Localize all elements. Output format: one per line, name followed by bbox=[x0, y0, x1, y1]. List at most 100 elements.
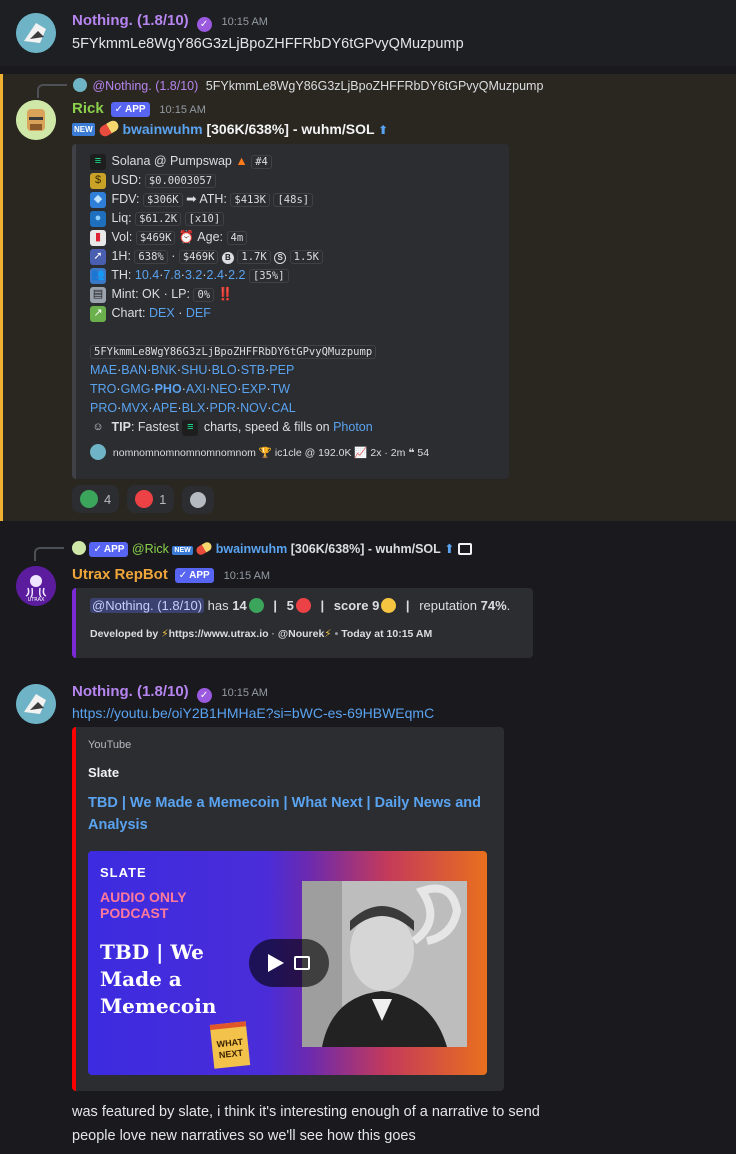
platform-link[interactable]: SHU bbox=[181, 363, 207, 377]
platform-link[interactable]: APE bbox=[153, 401, 178, 415]
add-reaction-button[interactable] bbox=[182, 486, 215, 514]
def-link[interactable]: DEF bbox=[186, 306, 211, 320]
th-link[interactable]: 3.2 bbox=[185, 268, 202, 282]
platform-link[interactable]: BLX bbox=[182, 401, 206, 415]
th-link[interactable]: 10.4 bbox=[135, 268, 159, 282]
platform-link[interactable]: NEO bbox=[210, 382, 237, 396]
token-link[interactable]: bwainwuhm bbox=[122, 121, 202, 137]
pill-icon bbox=[195, 540, 214, 557]
age-value: 4m bbox=[226, 231, 248, 245]
reply-username[interactable]: @Nothing. (1.8/10) bbox=[92, 79, 198, 93]
embed-1h-row: ➚ 1H: 638% · $469K B 1.7K S 1.5K bbox=[90, 247, 500, 266]
platform-link[interactable]: NOV bbox=[240, 401, 267, 415]
reaction-green[interactable]: 4 bbox=[72, 485, 120, 513]
message-text: 5FYkmmLe8WgY86G3zLjBpoZHFFRbDY6tGPvyQMuz… bbox=[72, 36, 464, 52]
token-summary: [306K/638%] - wuhm/SOL bbox=[206, 121, 375, 137]
utrax-avatar[interactable]: UTRAX bbox=[16, 566, 56, 606]
platform-link[interactable]: TRO bbox=[90, 382, 116, 396]
mention[interactable]: @Nothing. (1.8/10) bbox=[90, 598, 205, 613]
user-avatar[interactable] bbox=[16, 684, 56, 724]
contract-address[interactable]: 5FYkmmLe8WgY86G3zLjBpoZHFFRbDY6tGPvyQMuz… bbox=[90, 345, 377, 359]
photon-link[interactable]: Photon bbox=[333, 420, 373, 434]
footer-count: 54 bbox=[417, 447, 430, 459]
reply-username[interactable]: @Rick bbox=[132, 542, 169, 556]
vol-label: Vol: bbox=[111, 230, 133, 244]
embed-author[interactable]: Slate bbox=[88, 765, 119, 780]
timestamp: 10:15 AM bbox=[159, 104, 206, 116]
timestamp: 10:15 AM bbox=[221, 16, 268, 28]
reply-preview[interactable]: ✓ APP @Rick NEW bwainwuhm [306K/638%] - … bbox=[72, 540, 473, 558]
platform-link[interactable]: BNK bbox=[151, 363, 177, 377]
reply-text: [306K/638%] - wuhm/SOL bbox=[290, 542, 441, 556]
platform-link[interactable]: BAN bbox=[121, 363, 147, 377]
mint-text: Mint: OK · LP: bbox=[111, 287, 190, 301]
platform-link[interactable]: STB bbox=[241, 363, 265, 377]
username[interactable]: Rick bbox=[72, 100, 104, 117]
th-link[interactable]: 2.2 bbox=[228, 268, 245, 282]
link-row-1: MAE·BAN·BNK·SHU·BLO·STB·PEP bbox=[90, 363, 295, 377]
ath-label: ATH: bbox=[199, 192, 227, 206]
th-total: [35%] bbox=[248, 269, 289, 283]
reaction-red[interactable]: 1 bbox=[127, 485, 175, 513]
platform-link[interactable]: MVX bbox=[121, 401, 148, 415]
reaction-count: 4 bbox=[104, 491, 112, 507]
embed-title-line[interactable]: TBD | We Made a Memecoin | What Next | D… bbox=[88, 792, 481, 814]
platform-link[interactable]: BLO bbox=[212, 363, 237, 377]
people-icon: 👥 bbox=[90, 267, 106, 284]
message-line: people love new narratives so we'll see … bbox=[72, 1128, 416, 1144]
quote-icon: ❝ bbox=[408, 447, 415, 459]
platform-link[interactable]: PEP bbox=[269, 363, 294, 377]
rick-avatar[interactable] bbox=[16, 100, 56, 140]
chart-label: Chart: bbox=[111, 306, 146, 320]
footer-user: ic1cle @ 192.0K bbox=[274, 447, 352, 459]
platform-link[interactable]: TW bbox=[271, 382, 290, 396]
reply-token[interactable]: bwainwuhm bbox=[216, 542, 288, 556]
vol-value: $469K bbox=[135, 231, 176, 245]
lightning-icon: ⚡ bbox=[161, 628, 169, 640]
video-thumbnail[interactable]: SLATE AUDIO ONLY PODCAST TBD | We Made a… bbox=[88, 851, 487, 1075]
username[interactable]: Utrax RepBot bbox=[72, 566, 168, 583]
reputation-embed: @Nothing. (1.8/10) has 14 | 5 | score 9 … bbox=[72, 588, 533, 658]
embed-chart-row: ↗ Chart: DEX · DEF bbox=[90, 304, 500, 323]
th-link[interactable]: 7.8 bbox=[163, 268, 180, 282]
platform-link[interactable]: CAL bbox=[271, 401, 295, 415]
platform-link[interactable]: PDR bbox=[210, 401, 236, 415]
play-button[interactable] bbox=[249, 939, 329, 987]
reply-avatar-icon bbox=[73, 78, 87, 92]
platform-link[interactable]: PRO bbox=[90, 401, 117, 415]
embed-ca-row: 5FYkmmLe8WgY86G3zLjBpoZHFFRbDY6tGPvyQMuz… bbox=[90, 342, 500, 361]
username[interactable]: Nothing. (1.8/10) bbox=[72, 12, 189, 29]
negative-count: 5 bbox=[286, 598, 294, 613]
dev-time: Today at 10:15 AM bbox=[341, 628, 433, 640]
lightning-icon: ⚡ bbox=[324, 628, 332, 640]
platform-link[interactable]: EXP bbox=[241, 382, 266, 396]
youtube-link[interactable]: https://youtu.be/oiY2B1HMHaE?si=bWC-es-6… bbox=[72, 705, 434, 721]
platform-link[interactable]: MAE bbox=[90, 363, 117, 377]
age-label: Age: bbox=[197, 230, 224, 244]
h1-pct: 638% bbox=[134, 250, 168, 264]
ath-age: [48s] bbox=[273, 193, 314, 207]
reply-avatar-icon bbox=[72, 541, 86, 555]
red-circle-icon bbox=[135, 490, 154, 508]
embed-title[interactable]: TBD | We Made a Memecoin | What Next | D… bbox=[88, 792, 481, 836]
tip-row: ☺ TIP: Fastest ≡ charts, speed & fills o… bbox=[90, 418, 500, 437]
user-avatar[interactable] bbox=[16, 13, 56, 53]
reputation-label: reputation bbox=[419, 598, 478, 613]
th-label: TH: bbox=[111, 268, 132, 282]
th-link[interactable]: 2.4 bbox=[207, 268, 224, 282]
usd-label: USD: bbox=[111, 173, 142, 187]
embed-title-line[interactable]: Analysis bbox=[88, 814, 481, 836]
message-2: @Nothing. (1.8/10) 5FYkmmLe8WgY86G3zLjBp… bbox=[0, 74, 736, 521]
has-text: has bbox=[207, 598, 229, 613]
platform-link[interactable]: PHO bbox=[155, 382, 182, 396]
username[interactable]: Nothing. (1.8/10) bbox=[72, 683, 189, 700]
tip-text: : Fastest bbox=[130, 420, 179, 434]
platform-link[interactable]: GMG bbox=[121, 382, 151, 396]
platform-link[interactable]: AXI bbox=[186, 382, 206, 396]
reply-text: 5FYkmmLe8WgY86G3zLjBpoZHFFRbDY6tGPvyQMuz… bbox=[205, 79, 544, 93]
dex-link[interactable]: DEX bbox=[149, 306, 175, 320]
thumb-title: Made a bbox=[100, 967, 182, 991]
play-icon bbox=[268, 954, 284, 972]
reply-preview[interactable]: @Nothing. (1.8/10) 5FYkmmLe8WgY86G3zLjBp… bbox=[73, 78, 543, 93]
embed-th-row: 👥 TH: 10.4·7.8·3.2·2.4·2.2 [35%] bbox=[90, 266, 500, 285]
